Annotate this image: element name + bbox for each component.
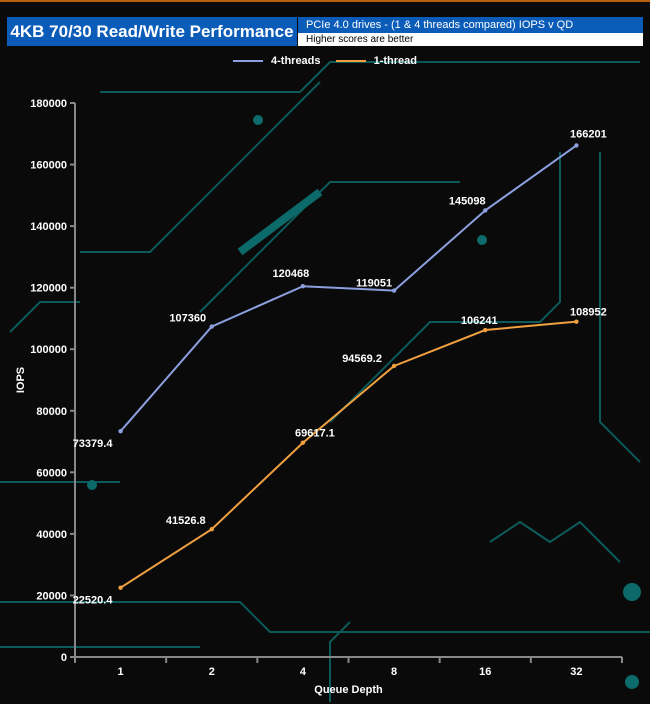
y-tick-label: 40000 bbox=[36, 529, 67, 541]
y-tick-label: 140000 bbox=[30, 221, 67, 233]
y-tick-label: 80000 bbox=[36, 406, 67, 418]
data-point bbox=[574, 143, 579, 148]
data-point bbox=[483, 327, 488, 333]
data-point bbox=[574, 319, 579, 324]
data-point bbox=[118, 428, 123, 434]
data-label: 107360 bbox=[169, 313, 206, 325]
data-label: 145098 bbox=[449, 195, 486, 207]
x-tick-label: 1 bbox=[118, 666, 124, 678]
data-point bbox=[483, 208, 488, 213]
x-tick-label: 8 bbox=[391, 666, 397, 678]
y-tick-label: 0 bbox=[61, 652, 67, 664]
data-point bbox=[209, 526, 214, 532]
y-tick-label: 60000 bbox=[36, 467, 67, 479]
x-axis-title: Queue Depth bbox=[314, 684, 383, 696]
line-chart: 0 20000 40000 60000 80000 100000 120000 140000 1… bbox=[15, 98, 623, 696]
x-tick-label: 32 bbox=[570, 666, 582, 678]
data-label: 94569.2 bbox=[342, 353, 382, 365]
data-label: 120468 bbox=[273, 268, 310, 280]
data-point bbox=[300, 440, 306, 445]
data-label: 41526.8 bbox=[166, 515, 206, 527]
data-label: 69617.1 bbox=[295, 428, 335, 440]
data-point bbox=[300, 284, 306, 289]
y-tick-label: 180000 bbox=[30, 98, 67, 110]
data-point bbox=[209, 324, 214, 329]
x-tick-label: 4 bbox=[300, 666, 307, 678]
data-label: 166201 bbox=[570, 128, 607, 140]
data-label: 22520.4 bbox=[73, 595, 114, 607]
data-label: 119051 bbox=[356, 278, 392, 290]
x-tick-label: 16 bbox=[479, 666, 491, 678]
y-tick-label: 160000 bbox=[30, 160, 67, 172]
data-point bbox=[118, 585, 123, 590]
data-point bbox=[391, 363, 397, 369]
y-tick-label: 120000 bbox=[30, 283, 67, 295]
x-tick-label: 2 bbox=[209, 666, 215, 678]
data-label: 73379.4 bbox=[73, 438, 114, 450]
y-tick-label: 100000 bbox=[30, 344, 67, 356]
data-label: 108952 bbox=[570, 307, 607, 319]
chart-panel: 4KB 70/30 Read/Write Performance PCIe 4.… bbox=[0, 0, 650, 704]
y-axis-title: IOPS bbox=[15, 367, 27, 393]
data-label: 106241 bbox=[461, 315, 498, 327]
data-point bbox=[391, 288, 397, 293]
series-line-4-threads bbox=[119, 144, 577, 432]
y-tick-label: 20000 bbox=[36, 590, 67, 602]
